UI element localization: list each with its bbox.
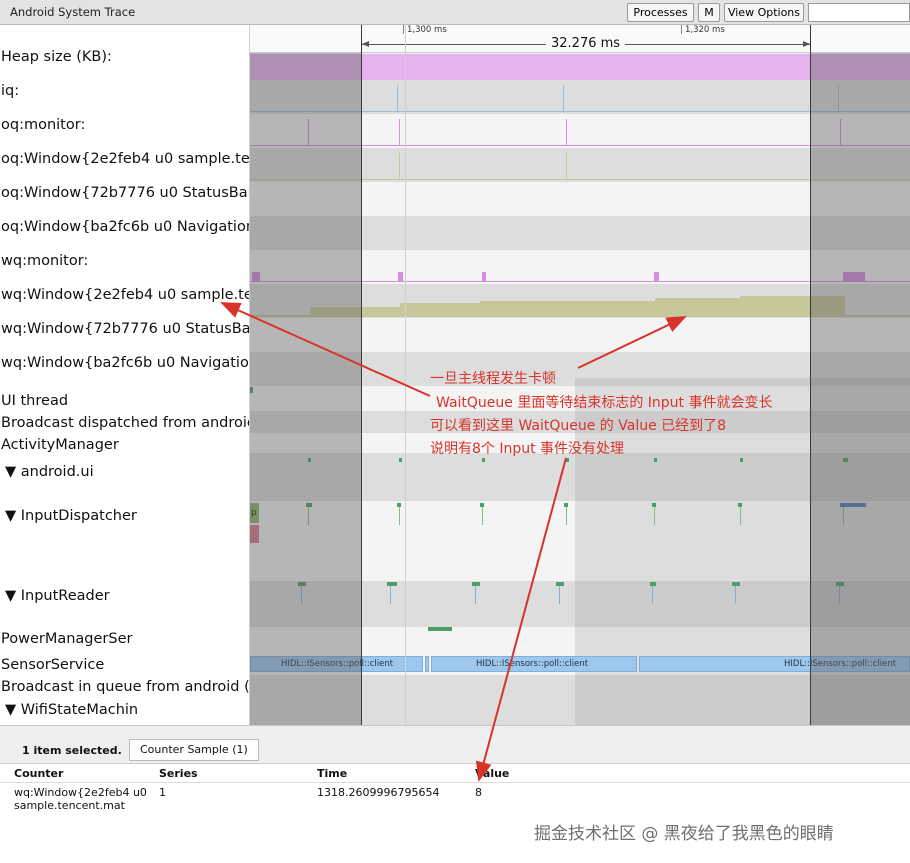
annotation-line: 可以看到这里 WaitQueue 的 Value 已经到了8 — [430, 418, 727, 434]
arrow-to-value-cell — [475, 457, 567, 782]
watermark: 掘金技术社区 @ 黑夜给了我黑色的眼睛 — [534, 824, 834, 844]
annotation-line: WaitQueue 里面等待结束标志的 Input 事件就会变长 — [436, 395, 773, 411]
arrow-to-wq-label — [220, 302, 431, 397]
arrow-to-wq-track — [577, 316, 687, 369]
annotation-line: 说明有8个 Input 事件没有处理 — [430, 441, 625, 457]
annotation-line: 一旦主线程发生卡顿 — [430, 371, 556, 387]
